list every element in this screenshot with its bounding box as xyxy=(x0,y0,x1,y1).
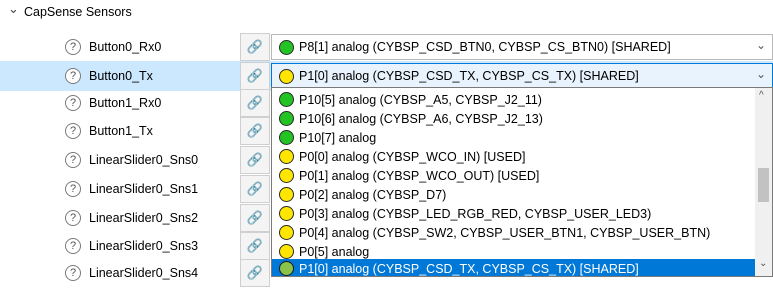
help-icon[interactable]: ? xyxy=(65,123,81,139)
help-icon[interactable]: ? xyxy=(65,181,81,197)
sensor-row-button0-rx0[interactable]: ? Button0_Rx0 🔗 P8[1] analog (CYBSP_CSD_… xyxy=(0,32,773,62)
help-icon[interactable]: ? xyxy=(65,68,81,84)
link-icon[interactable]: 🔗 xyxy=(240,232,270,260)
link-icon[interactable]: 🔗 xyxy=(240,146,270,174)
dropdown-option[interactable]: P0[0] analog (CYBSP_WCO_IN) [USED] xyxy=(272,147,756,166)
help-icon[interactable]: ? xyxy=(65,152,81,168)
scroll-down-icon[interactable]: ⌄ xyxy=(759,258,767,269)
link-icon[interactable]: 🔗 xyxy=(240,33,270,61)
sensor-label: Button1_Rx0 xyxy=(89,96,162,110)
chevron-down-icon[interactable]: ⌄ xyxy=(756,67,766,81)
dropdown-option-selected[interactable]: P1[0] analog (CYBSP_CSD_TX, CYBSP_CS_TX)… xyxy=(272,259,756,276)
scroll-up-icon[interactable]: ^ xyxy=(759,90,764,101)
pin-select-button0-rx0[interactable]: P8[1] analog (CYBSP_CSD_BTN0, CYBSP_CS_B… xyxy=(271,34,773,60)
option-label: P0[2] analog (CYBSP_D7) xyxy=(299,188,447,202)
status-yellow-icon xyxy=(279,69,294,84)
help-icon[interactable]: ? xyxy=(65,95,81,111)
dropdown-option[interactable]: P0[1] analog (CYBSP_WCO_OUT) [USED] xyxy=(272,166,756,185)
sensor-label: LinearSlider0_Sns2 xyxy=(89,211,199,225)
dropdown-option[interactable]: P0[3] analog (CYBSP_LED_RGB_RED, CYBSP_U… xyxy=(272,204,756,223)
status-yellow-icon xyxy=(279,149,294,164)
option-label: P10[7] analog xyxy=(299,131,377,145)
sensor-label: Button0_Rx0 xyxy=(89,40,162,54)
help-icon[interactable]: ? xyxy=(65,39,81,55)
link-icon[interactable]: 🔗 xyxy=(240,117,270,145)
collapse-chevron-icon[interactable]: ⌄ xyxy=(8,1,19,17)
sensor-label: Button1_Tx xyxy=(89,124,153,138)
status-green-icon xyxy=(279,111,294,126)
status-green-icon xyxy=(279,40,294,55)
option-label: P1[0] analog (CYBSP_CSD_TX, CYBSP_CS_TX)… xyxy=(299,262,639,276)
option-label: P0[0] analog (CYBSP_WCO_IN) [USED] xyxy=(299,150,526,164)
group-label: CapSense Sensors xyxy=(24,5,132,19)
status-yellow-icon xyxy=(279,206,294,221)
status-yellow-icon xyxy=(279,244,294,259)
dropdown-option[interactable]: P10[7] analog xyxy=(272,128,756,147)
dropdown-option[interactable]: P10[5] analog (CYBSP_A5, CYBSP_J2_11) xyxy=(272,90,756,109)
pin-select-value: P1[0] analog (CYBSP_CSD_TX, CYBSP_CS_TX)… xyxy=(299,69,639,83)
pin-select-value: P8[1] analog (CYBSP_CSD_BTN0, CYBSP_CS_B… xyxy=(299,40,671,54)
help-icon[interactable]: ? xyxy=(65,210,81,226)
link-icon[interactable]: 🔗 xyxy=(240,62,270,90)
dropdown-scrollbar[interactable]: ^ ⌄ xyxy=(755,88,772,276)
sensor-label: LinearSlider0_Sns0 xyxy=(89,153,199,167)
sensor-label: LinearSlider0_Sns3 xyxy=(89,239,199,253)
help-icon[interactable]: ? xyxy=(65,238,81,254)
option-label: P0[1] analog (CYBSP_WCO_OUT) [USED] xyxy=(299,169,540,183)
status-yellow-icon xyxy=(279,168,294,183)
dropdown-option[interactable]: P10[6] analog (CYBSP_A6, CYBSP_J2_13) xyxy=(272,109,756,128)
dropdown-option[interactable]: P0[2] analog (CYBSP_D7) xyxy=(272,185,756,204)
option-label: P0[3] analog (CYBSP_LED_RGB_RED, CYBSP_U… xyxy=(299,207,652,221)
status-yellow-icon xyxy=(279,225,294,240)
link-icon[interactable]: 🔗 xyxy=(240,89,270,117)
dropdown-option[interactable]: P0[4] analog (CYBSP_SW2, CYBSP_USER_BTN1… xyxy=(272,223,756,242)
link-icon[interactable]: 🔗 xyxy=(240,175,270,203)
sensor-label: LinearSlider0_Sns1 xyxy=(89,182,199,196)
group-header-capsense-sensors[interactable]: ⌄ CapSense Sensors xyxy=(0,0,773,24)
status-yellow-icon xyxy=(279,261,294,276)
chevron-down-icon[interactable]: ⌄ xyxy=(756,38,766,52)
option-label: P10[5] analog (CYBSP_A5, CYBSP_J2_11) xyxy=(299,93,542,107)
scrollbar-thumb[interactable] xyxy=(758,168,769,202)
pin-select-button0-tx[interactable]: P1[0] analog (CYBSP_CSD_TX, CYBSP_CS_TX)… xyxy=(271,63,773,89)
link-icon[interactable]: 🔗 xyxy=(240,204,270,232)
status-yellow-icon xyxy=(279,187,294,202)
help-icon[interactable]: ? xyxy=(65,265,81,281)
link-icon[interactable]: 🔗 xyxy=(240,259,270,287)
status-green-icon xyxy=(279,130,294,145)
sensor-label: Button0_Tx xyxy=(89,69,153,83)
status-green-icon xyxy=(279,92,294,107)
option-label: P10[6] analog (CYBSP_A6, CYBSP_J2_13) xyxy=(299,112,543,126)
sensor-label: LinearSlider0_Sns4 xyxy=(89,266,199,280)
option-label: P0[4] analog (CYBSP_SW2, CYBSP_USER_BTN1… xyxy=(299,226,711,240)
option-label: P0[5] analog xyxy=(299,245,370,259)
pin-dropdown-list[interactable]: P10[5] analog (CYBSP_A5, CYBSP_J2_11) P1… xyxy=(271,87,773,277)
